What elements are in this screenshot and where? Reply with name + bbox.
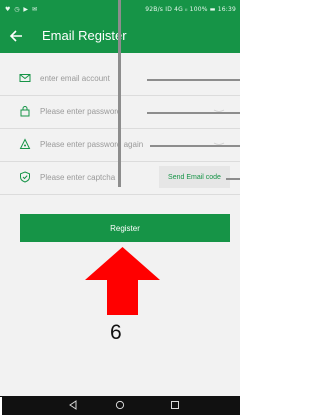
annotation-line-password-again — [150, 145, 240, 147]
back-triangle-icon[interactable] — [68, 400, 78, 410]
lock-icon — [20, 106, 30, 117]
email-placeholder: enter email account — [40, 74, 110, 83]
up-arrow-icon — [85, 247, 160, 315]
annotation-marker: 6 — [110, 321, 122, 344]
annotation-line-vertical — [118, 0, 121, 187]
send-email-code-button[interactable]: Send Email code — [159, 166, 230, 188]
app-screen: ♥ ◷ ▶ ✉ 92B/s ID 4G ᵢₗ 100% ▬ 16:39 Emai… — [0, 0, 240, 415]
home-circle-icon[interactable] — [115, 400, 125, 410]
screen-edge — [0, 397, 2, 415]
page-title: Email Register — [42, 28, 127, 43]
status-left-icons: ♥ ◷ ▶ ✉ — [5, 6, 38, 13]
shield-check-icon — [20, 171, 30, 183]
mail-icon — [19, 74, 31, 82]
recents-square-icon[interactable] — [170, 400, 180, 410]
password-again-placeholder: Please enter password again — [40, 140, 144, 149]
status-right-info: 92B/s ID 4G ᵢₗ 100% ▬ 16:39 — [145, 6, 236, 13]
system-nav-bar — [0, 396, 240, 415]
register-button[interactable]: Register — [20, 214, 230, 242]
annotation-line-send-code — [226, 178, 240, 180]
back-button[interactable] — [4, 23, 28, 49]
arrow-left-icon — [9, 30, 22, 42]
lock-open-icon — [19, 138, 31, 149]
annotation-line-email — [147, 79, 240, 81]
captcha-placeholder: Please enter captcha — [40, 173, 116, 182]
password-placeholder: Please enter password — [40, 107, 122, 116]
annotation-line-password — [147, 112, 240, 114]
